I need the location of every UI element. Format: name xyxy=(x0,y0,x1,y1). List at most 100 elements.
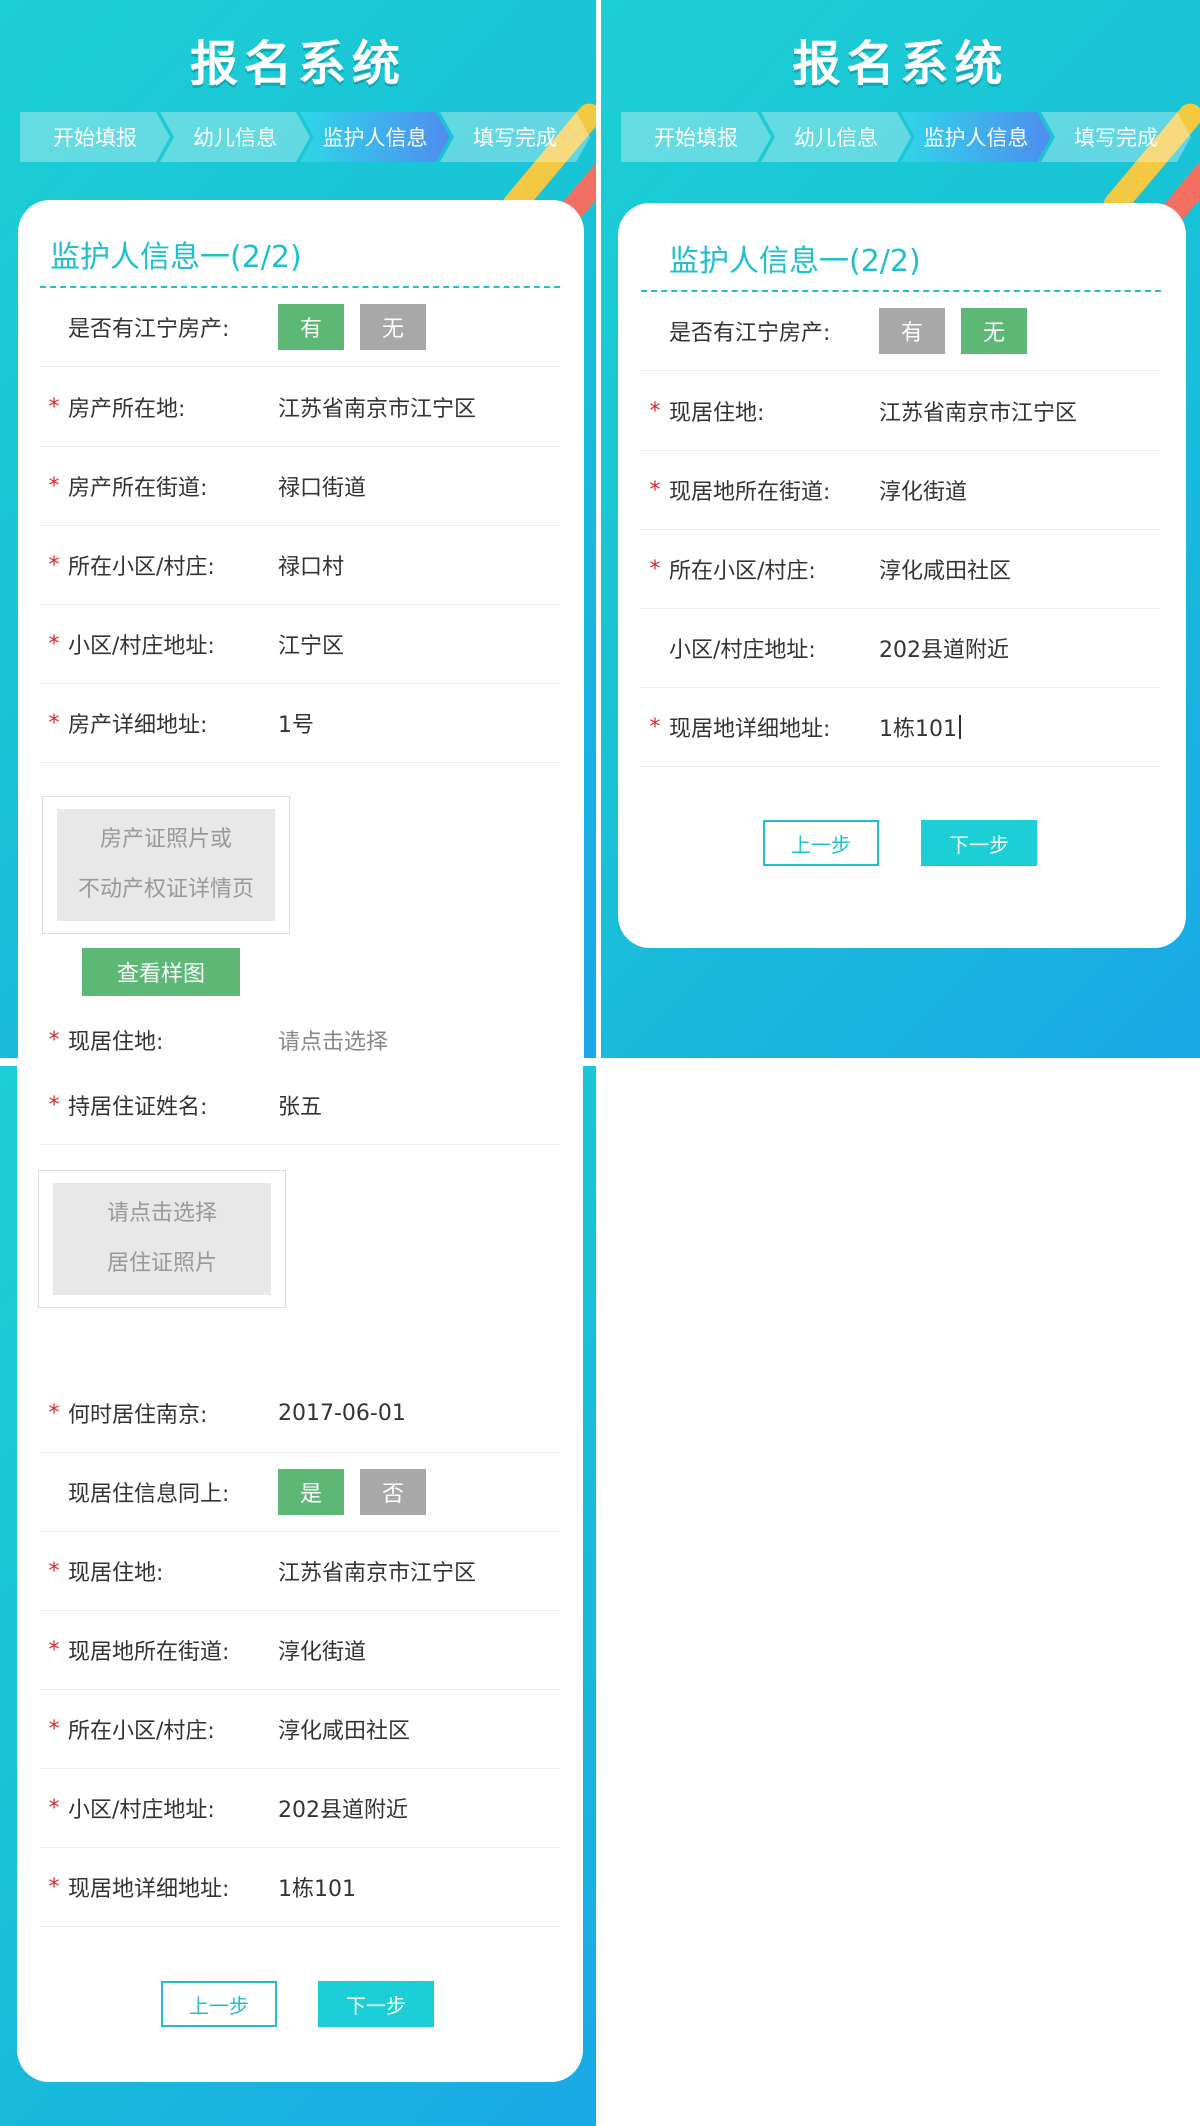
required-marker: * xyxy=(649,477,661,503)
field-value[interactable]: 张五 xyxy=(278,1089,322,1121)
required-marker: * xyxy=(48,1716,60,1742)
form-row[interactable]: * 房产详细地址: 1号 xyxy=(40,684,560,763)
field-label: 是否有江宁房产: xyxy=(669,321,831,346)
upload-placeholder: 请点击选择 居住证照片 xyxy=(53,1183,271,1295)
property-yes-toggle[interactable]: 有 xyxy=(278,304,344,350)
field-value[interactable]: 1栋101 xyxy=(879,711,957,743)
required-marker: * xyxy=(48,1027,60,1053)
form-row[interactable]: * 现居地所在街道: 淳化街道 xyxy=(40,1611,560,1690)
screen-panel-1: 报名系统 开始填报 幼儿信息 监护人信息 填写完成 监护人信息一(2/2) 是否… xyxy=(0,0,596,1058)
required-marker: * xyxy=(48,1400,60,1426)
required-marker: * xyxy=(48,473,60,499)
field-label: 所在小区/村庄: xyxy=(68,1719,215,1744)
prev-step-button[interactable]: 上一步 xyxy=(763,820,879,866)
step-start: 开始填报 xyxy=(20,112,170,162)
field-value[interactable]: 2017-06-01 xyxy=(278,1401,406,1426)
field-placeholder[interactable]: 请点击选择 xyxy=(278,1024,388,1056)
field-value[interactable]: 202县道附近 xyxy=(278,1792,408,1824)
field-value[interactable]: 江苏省南京市江宁区 xyxy=(879,395,1077,427)
step-child-info: 幼儿信息 xyxy=(160,112,310,162)
form-row[interactable]: * 现居地详细地址: 1栋101 xyxy=(40,1848,560,1927)
field-value[interactable]: 禄口街道 xyxy=(278,470,366,502)
form-row[interactable]: * 现居住地: 江苏省南京市江宁区 xyxy=(40,1532,560,1611)
form-row[interactable]: * 房产所在地: 江苏省南京市江宁区 xyxy=(40,368,560,447)
step-start: 开始填报 xyxy=(621,112,771,162)
field-label: 现居住信息同上: xyxy=(68,1482,230,1507)
form-row[interactable]: * 现居地所在街道: 淳化街道 xyxy=(641,451,1161,530)
field-value[interactable]: 1号 xyxy=(278,707,314,739)
field-label: 所在小区/村庄: xyxy=(669,559,816,584)
field-label: 现居地所在街道: xyxy=(68,1640,230,1665)
required-marker: * xyxy=(649,556,661,582)
step-complete: 填写完成 xyxy=(1041,112,1191,162)
field-label: 房产详细地址: xyxy=(68,713,208,738)
field-value[interactable]: 淳化街道 xyxy=(879,474,967,506)
field-value[interactable]: 江宁区 xyxy=(278,628,344,660)
required-marker: * xyxy=(48,1637,60,1663)
next-step-button[interactable]: 下一步 xyxy=(318,1981,434,2027)
upload-text-line1: 房产证照片或 xyxy=(99,827,232,852)
field-label: 所在小区/村庄: xyxy=(68,555,215,580)
field-label: 现居地所在街道: xyxy=(669,480,831,505)
screen-panel-2: 报名系统 开始填报 幼儿信息 监护人信息 填写完成 监护人信息一(2/2) 是否… xyxy=(601,0,1200,1058)
required-marker: * xyxy=(48,552,60,578)
step-progress-bar: 开始填报 幼儿信息 监护人信息 填写完成 xyxy=(20,112,580,162)
same-yes-toggle[interactable]: 是 xyxy=(278,1469,344,1515)
field-value[interactable]: 202县道附近 xyxy=(879,632,1009,664)
field-value[interactable]: 淳化街道 xyxy=(278,1634,366,1666)
form-row[interactable]: * 所在小区/村庄: 淳化咸田社区 xyxy=(40,1690,560,1769)
form-row[interactable]: * 小区/村庄地址: 江宁区 xyxy=(40,605,560,684)
next-step-button[interactable]: 下一步 xyxy=(921,820,1037,866)
residence-permit-upload[interactable]: 请点击选择 居住证照片 xyxy=(38,1170,286,1308)
form-row[interactable]: * 所在小区/村庄: 禄口村 xyxy=(40,526,560,605)
view-sample-button[interactable]: 查看样图 xyxy=(82,948,240,996)
required-marker: * xyxy=(48,1795,60,1821)
upload-text-line1: 请点击选择 xyxy=(106,1201,217,1226)
step-progress-bar: 开始填报 幼儿信息 监护人信息 填写完成 xyxy=(621,112,1181,162)
field-label: 是否有江宁房产: xyxy=(68,317,230,342)
field-value[interactable]: 淳化咸田社区 xyxy=(278,1713,410,1745)
field-label: 现居住地: xyxy=(68,1030,164,1055)
form-row[interactable]: * 现居地详细地址: 1栋101 xyxy=(641,688,1161,767)
property-question-row: 是否有江宁房产: 有 无 xyxy=(641,292,1161,371)
step-complete: 填写完成 xyxy=(440,112,590,162)
screen-panel-3: * 持居住证姓名: 张五 请点击选择 居住证照片 * 何时居住南京: 2017-… xyxy=(0,1066,596,2126)
field-label: 何时居住南京: xyxy=(68,1403,208,1428)
field-value[interactable]: 淳化咸田社区 xyxy=(879,553,1011,585)
section-title: 监护人信息一(2/2) xyxy=(669,244,921,279)
same-no-toggle[interactable]: 否 xyxy=(360,1469,426,1515)
required-marker: * xyxy=(48,1558,60,1584)
upload-text-line2: 不动产权证详情页 xyxy=(77,877,254,902)
form-row[interactable]: * 现居住地: 江苏省南京市江宁区 xyxy=(641,372,1161,451)
prev-step-button[interactable]: 上一步 xyxy=(161,1981,277,2027)
required-marker: * xyxy=(48,1874,60,1900)
form-row[interactable]: * 持居住证姓名: 张五 xyxy=(40,1066,560,1145)
step-child-info: 幼儿信息 xyxy=(761,112,911,162)
form-row[interactable]: * 小区/村庄地址: 202县道附近 xyxy=(40,1769,560,1848)
field-label: 现居住地: xyxy=(669,401,765,426)
form-row[interactable]: 小区/村庄地址: 202县道附近 xyxy=(641,609,1161,688)
property-no-toggle[interactable]: 无 xyxy=(360,304,426,350)
field-label: 持居住证姓名: xyxy=(68,1095,208,1120)
required-marker: * xyxy=(48,394,60,420)
property-no-toggle[interactable]: 无 xyxy=(961,308,1027,354)
field-value[interactable]: 禄口村 xyxy=(278,549,344,581)
required-marker: * xyxy=(48,631,60,657)
field-label: 小区/村庄地址: xyxy=(669,638,816,663)
form-row[interactable]: * 所在小区/村庄: 淳化咸田社区 xyxy=(641,530,1161,609)
form-row[interactable]: * 房产所在街道: 禄口街道 xyxy=(40,447,560,526)
field-value[interactable]: 1栋101 xyxy=(278,1871,356,1903)
app-title: 报名系统 xyxy=(189,36,406,92)
text-cursor xyxy=(959,715,961,739)
field-value[interactable]: 江苏省南京市江宁区 xyxy=(278,391,476,423)
property-certificate-upload[interactable]: 房产证照片或 不动产权证详情页 xyxy=(42,796,290,934)
form-row[interactable]: * 何时居住南京: 2017-06-01 xyxy=(40,1374,560,1453)
step-guardian-info: 监护人信息 xyxy=(901,112,1051,162)
field-label: 小区/村庄地址: xyxy=(68,1798,215,1823)
required-marker: * xyxy=(649,398,661,424)
field-label: 现居地详细地址: xyxy=(68,1877,230,1902)
form-row-residence[interactable]: * 现居住地: 请点击选择 xyxy=(40,1000,560,1058)
upload-text-line2: 居住证照片 xyxy=(106,1251,217,1276)
property-yes-toggle[interactable]: 有 xyxy=(879,308,945,354)
field-value[interactable]: 江苏省南京市江宁区 xyxy=(278,1555,476,1587)
